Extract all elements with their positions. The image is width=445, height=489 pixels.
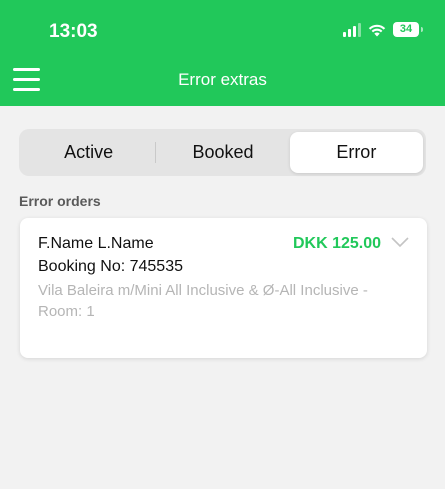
chevron-down-icon[interactable] [391,236,409,248]
order-customer-name: F.Name L.Name [38,235,154,252]
order-description: Vila Baleira m/Mini All Inclusive & Ø-Al… [38,282,368,320]
status-icons: 34 [343,22,423,37]
status-segmented-control: Active Booked Error [19,129,426,176]
tab-active[interactable]: Active [22,132,155,173]
order-amount: DKK 125.00 [292,235,381,252]
tab-booked[interactable]: Booked [156,132,289,173]
section-label: Error orders [19,193,101,209]
error-order-card[interactable]: F.Name L.Name DKK 125.00 Booking No: 745… [20,218,427,358]
battery-level: 34 [399,23,413,35]
app-header: 13:03 34 Error extras [0,0,445,106]
signal-icon [343,22,361,37]
wifi-icon [368,24,386,36]
tab-error[interactable]: Error [289,132,423,173]
order-booking-number: Booking No: 745535 [38,258,183,275]
page-title: Error extras [178,70,267,89]
status-time: 13:03 [49,21,98,42]
battery-icon: 34 [393,22,423,37]
